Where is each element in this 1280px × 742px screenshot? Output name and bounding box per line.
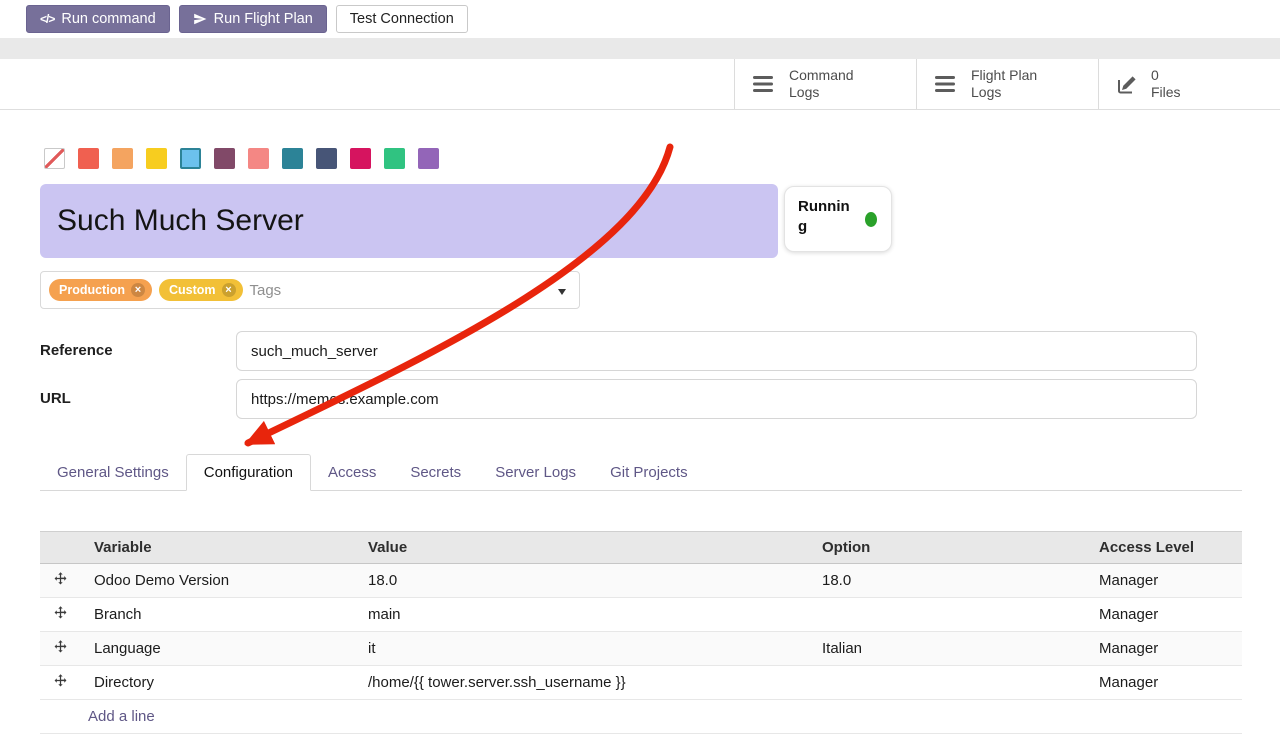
color-swatch[interactable] [78, 148, 99, 169]
cell-value[interactable]: main [354, 598, 808, 632]
reference-input[interactable]: such_much_server [236, 331, 1197, 371]
color-swatch-none[interactable] [44, 148, 65, 169]
color-swatch-selected[interactable] [180, 148, 201, 169]
paper-plane-icon [193, 12, 207, 26]
title-row: Such Much Server Running [40, 184, 1280, 258]
remove-tag-icon[interactable] [222, 283, 236, 297]
list-icon [933, 73, 959, 95]
table-row: Language it Italian Manager [40, 632, 1242, 666]
table-header-row: Variable Value Option Access Level [40, 532, 1242, 564]
cell-variable[interactable]: Language [80, 632, 354, 666]
files-label: Files [1151, 84, 1181, 102]
run-command-button[interactable]: </> Run command [26, 5, 170, 33]
cell-access-level[interactable]: Manager [1085, 666, 1242, 700]
command-logs-label-line1: Command [789, 67, 854, 85]
flight-plan-logs-label-line2: Logs [971, 84, 1037, 102]
tag-custom-label: Custom [169, 283, 216, 297]
table-row: Odoo Demo Version 18.0 18.0 Manager [40, 564, 1242, 598]
color-swatch[interactable] [282, 148, 303, 169]
table-row: Branch main Manager [40, 598, 1242, 632]
reference-label: Reference [40, 331, 236, 371]
cell-option[interactable]: Italian [808, 632, 1085, 666]
cell-variable[interactable]: Directory [80, 666, 354, 700]
cell-variable[interactable]: Odoo Demo Version [80, 564, 354, 598]
flight-plan-logs-label-line1: Flight Plan [971, 67, 1037, 85]
column-header-variable: Variable [80, 532, 354, 564]
flight-plan-logs-button[interactable]: Flight Plan Logs [916, 59, 1098, 109]
run-flight-plan-label: Run Flight Plan [214, 11, 313, 27]
list-icon [751, 73, 777, 95]
color-swatch[interactable] [248, 148, 269, 169]
test-connection-label: Test Connection [350, 11, 454, 27]
tags-input[interactable]: Production Custom Tags [40, 271, 580, 309]
files-button[interactable]: 0 Files [1098, 59, 1280, 109]
run-command-label: Run command [61, 11, 155, 27]
color-swatch[interactable] [214, 148, 235, 169]
add-a-line-link[interactable]: Add a line [40, 700, 1242, 734]
cell-value[interactable]: it [354, 632, 808, 666]
form-sheet: Such Much Server Running Production Cust… [0, 110, 1280, 734]
color-palette [44, 148, 1280, 169]
color-swatch[interactable] [146, 148, 167, 169]
reference-field-row: Reference such_much_server [40, 331, 1280, 371]
tab-configuration[interactable]: Configuration [186, 454, 311, 491]
status-card: Running [784, 186, 892, 252]
chevron-down-icon[interactable] [558, 289, 566, 295]
code-icon: </> [40, 12, 54, 26]
color-swatch[interactable] [350, 148, 371, 169]
handle-column-header [40, 532, 80, 564]
cell-option[interactable]: 18.0 [808, 564, 1085, 598]
drag-handle-icon[interactable] [40, 666, 80, 700]
status-dot [865, 212, 877, 227]
url-label: URL [40, 379, 236, 419]
command-logs-button[interactable]: Command Logs [734, 59, 916, 109]
add-a-line-row: Add a line [40, 700, 1242, 734]
column-header-value: Value [354, 532, 808, 564]
tab-secrets[interactable]: Secrets [393, 454, 478, 490]
table-row: Directory /home/{{ tower.server.ssh_user… [40, 666, 1242, 700]
run-flight-plan-button[interactable]: Run Flight Plan [179, 5, 327, 33]
notebook-tabs: General Settings Configuration Access Se… [40, 454, 1242, 491]
drag-handle-icon[interactable] [40, 632, 80, 666]
top-toolbar: </> Run command Run Flight Plan Test Con… [0, 0, 1280, 38]
color-swatch[interactable] [384, 148, 405, 169]
tags-placeholder: Tags [250, 282, 282, 299]
cell-option[interactable] [808, 598, 1085, 632]
cell-access-level[interactable]: Manager [1085, 598, 1242, 632]
tab-git-projects[interactable]: Git Projects [593, 454, 705, 490]
remove-tag-icon[interactable] [131, 283, 145, 297]
cell-access-level[interactable]: Manager [1085, 564, 1242, 598]
tab-access[interactable]: Access [311, 454, 393, 490]
tag-custom[interactable]: Custom [159, 279, 243, 301]
configuration-table: Variable Value Option Access Level Odoo … [40, 531, 1242, 734]
status-label: Running [798, 197, 850, 236]
tab-server-logs[interactable]: Server Logs [478, 454, 593, 490]
files-count: 0 [1151, 67, 1181, 85]
server-name-input[interactable]: Such Much Server [40, 184, 778, 258]
drag-handle-icon[interactable] [40, 564, 80, 598]
color-swatch[interactable] [316, 148, 337, 169]
test-connection-button[interactable]: Test Connection [336, 5, 468, 33]
color-swatch[interactable] [112, 148, 133, 169]
tag-production[interactable]: Production [49, 279, 152, 301]
cell-access-level[interactable]: Manager [1085, 632, 1242, 666]
cell-value[interactable]: 18.0 [354, 564, 808, 598]
column-header-access-level: Access Level [1085, 532, 1242, 564]
tab-general-settings[interactable]: General Settings [40, 454, 186, 490]
cell-variable[interactable]: Branch [80, 598, 354, 632]
url-field-row: URL https://memes.example.com [40, 379, 1280, 419]
column-header-option: Option [808, 532, 1085, 564]
url-input[interactable]: https://memes.example.com [236, 379, 1197, 419]
cell-value[interactable]: /home/{{ tower.server.ssh_username }} [354, 666, 808, 700]
color-swatch[interactable] [418, 148, 439, 169]
tag-production-label: Production [59, 283, 125, 297]
control-panel-strip [0, 38, 1280, 59]
edit-pencil-icon [1115, 72, 1139, 96]
drag-handle-icon[interactable] [40, 598, 80, 632]
command-logs-label-line2: Logs [789, 84, 854, 102]
form-header: Command Logs Flight Plan Logs 0 Files [0, 59, 1280, 110]
cell-option[interactable] [808, 666, 1085, 700]
